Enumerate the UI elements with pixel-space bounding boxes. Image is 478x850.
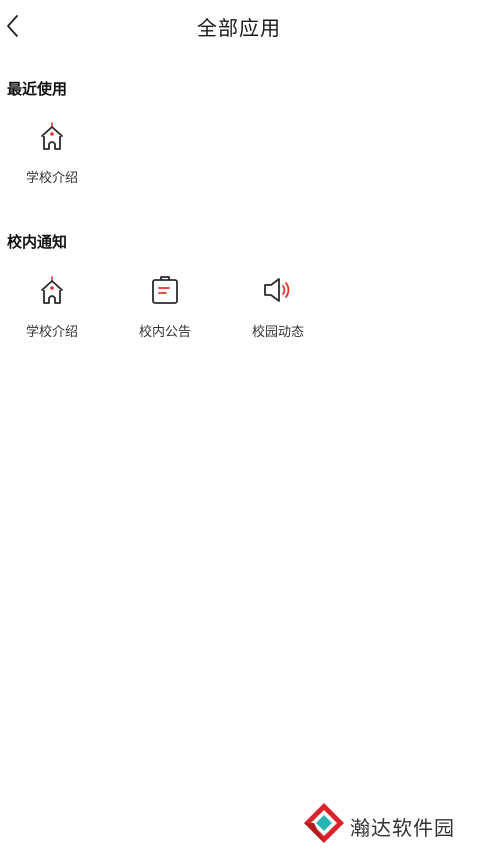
watermark-text: 瀚达软件园 (350, 816, 455, 840)
section-title-campus-notice: 校内通知 (7, 233, 68, 251)
watermark: 瀚达软件园 (302, 801, 472, 847)
page-title: 全部应用 (197, 16, 281, 40)
speaker-icon (262, 274, 294, 306)
app-label: 学校介绍 (25, 171, 78, 186)
app-item-campus-announcement[interactable]: 校内公告 (120, 274, 210, 354)
app-item-campus-news[interactable]: 校园动态 (233, 274, 323, 354)
navigation-bar: 全部应用 (0, 0, 478, 52)
app-label: 学校介绍 (25, 325, 78, 340)
handa-logo-icon (302, 801, 346, 845)
school-building-icon (36, 120, 68, 152)
all-apps-page: 全部应用 最近使用 学校介绍 校内通知 学校介绍 校内公告 校园动态 瀚达软件园 (0, 0, 478, 850)
section-title-recent: 最近使用 (7, 80, 68, 98)
app-label: 校内公告 (138, 325, 191, 340)
app-item-school-intro[interactable]: 学校介绍 (7, 274, 97, 354)
school-building-icon (36, 274, 68, 306)
notice-board-icon (149, 274, 181, 306)
app-label: 校园动态 (251, 325, 304, 340)
app-item-school-intro-recent[interactable]: 学校介绍 (7, 120, 97, 200)
